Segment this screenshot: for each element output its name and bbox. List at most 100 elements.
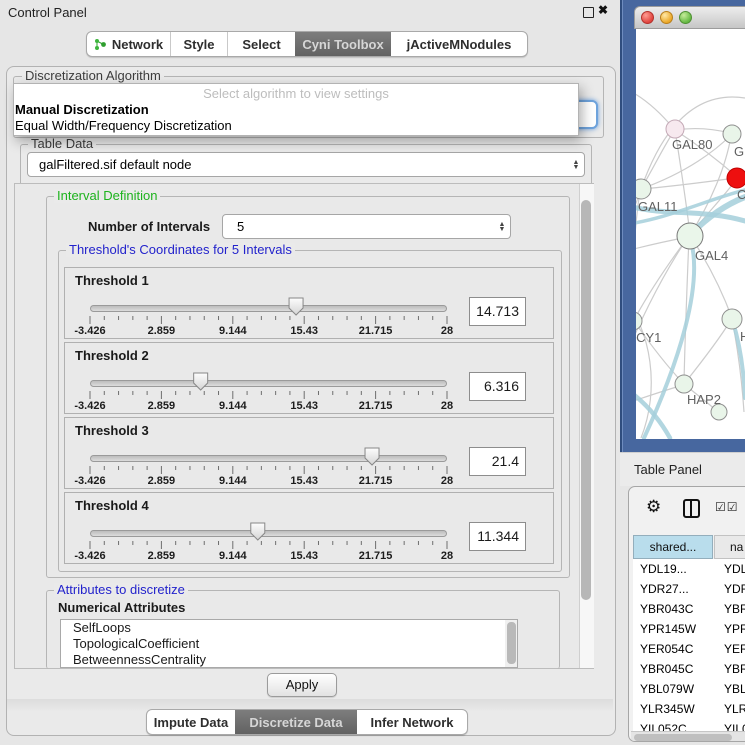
attributes-group-title: Attributes to discretize	[54, 583, 188, 597]
tick-label: 28	[441, 475, 453, 487]
algorithm-hint: Select algorithm to view settings	[14, 86, 578, 101]
cell-shared-name[interactable]: YBR043C	[633, 599, 716, 619]
network-node-label: GAL80	[672, 137, 712, 152]
cell-shared-name[interactable]: YBR045C	[633, 659, 716, 679]
table-row[interactable]: YPR145WYPR1	[633, 619, 745, 639]
attribute-list-item[interactable]: BetweennessCentrality	[61, 652, 517, 668]
network-node-label: G	[734, 144, 744, 159]
table-row[interactable]: YBL079WYBL0	[633, 679, 745, 699]
attributes-scrollbar-thumb[interactable]	[507, 622, 516, 664]
threshold-2-row: Threshold 2-3.4262.8599.14415.4321.71528…	[64, 342, 554, 414]
table-panel-title: Table Panel	[634, 462, 702, 477]
cell-shared-name[interactable]: YDL19...	[633, 559, 716, 579]
numerical-attributes-list: SelfLoopsTopologicalCoefficientBetweenne…	[60, 619, 518, 668]
close-traffic-light-icon[interactable]	[641, 11, 654, 24]
zoom-traffic-light-icon[interactable]	[679, 11, 692, 24]
tick-label: -3.426	[74, 550, 105, 562]
minimize-traffic-light-icon[interactable]	[660, 11, 673, 24]
network-node-node-red[interactable]	[727, 168, 745, 188]
table-data-select[interactable]: galFiltered.sif default node ▲▼	[27, 152, 585, 177]
cell-shared-name[interactable]: YDR27...	[633, 579, 716, 599]
column-header-shared[interactable]: shared...	[633, 535, 713, 559]
table-row[interactable]: YER054CYER0	[633, 639, 745, 659]
cell-shared-name[interactable]: YPR145W	[633, 619, 716, 639]
threshold-1-value-input[interactable]: 14.713	[469, 297, 526, 326]
tick-label: 28	[441, 400, 453, 412]
tab-infer-network[interactable]: Infer Network	[357, 710, 467, 734]
threshold-4-value-input[interactable]: 11.344	[469, 522, 526, 551]
float-window-icon[interactable]	[583, 7, 594, 18]
network-node-GAL4[interactable]	[677, 223, 703, 249]
apply-button[interactable]: Apply	[267, 673, 337, 697]
bottom-tab-bar: Impute Data Discretize Data Infer Network	[146, 709, 468, 735]
tab-network[interactable]: Network	[87, 32, 171, 56]
network-node-label: C	[737, 187, 745, 202]
network-window-titlebar[interactable]	[634, 6, 745, 29]
tab-cyni-toolbox[interactable]: Cyni Toolbox	[295, 32, 391, 56]
tick-label: -3.426	[74, 400, 105, 412]
tab-style[interactable]: Style	[171, 32, 228, 56]
network-node-node-green-top[interactable]	[723, 125, 741, 143]
column-header-name[interactable]: na	[714, 535, 745, 559]
cell-shared-name[interactable]: YBL079W	[633, 679, 716, 699]
threshold-4-row: Threshold 4-3.4262.8599.14415.4321.71528…	[64, 492, 554, 564]
top-tab-bar: NetworkStyleSelectCyni Toolbox jActiveMNo…	[86, 31, 528, 57]
table-panel-header: Table Panel	[620, 452, 745, 486]
table-hscrollbar-thumb[interactable]	[634, 734, 732, 741]
threshold-1-slider-thumb[interactable]	[289, 298, 303, 315]
cell-name[interactable]: YDL1	[716, 559, 745, 579]
cell-name[interactable]: YLR3	[716, 699, 745, 719]
tab-jactivemnodules[interactable]: jActiveMNodules	[391, 32, 527, 56]
table-row[interactable]: YLR345WYLR3	[633, 699, 745, 719]
tick-label: 2.859	[148, 550, 176, 562]
close-icon[interactable]: ✖	[598, 3, 608, 17]
table-hscrollbar-track[interactable]	[631, 731, 745, 742]
threshold-2-value-input[interactable]: 6.316	[469, 372, 526, 401]
attribute-list-item[interactable]: TopologicalCoefficient	[61, 636, 517, 652]
network-node-node-pink[interactable]	[666, 120, 684, 138]
tick-label: 21.715	[359, 325, 393, 337]
table-row[interactable]: YDL19...YDL1	[633, 559, 745, 579]
tick-label: 15.43	[290, 475, 318, 487]
network-node-label: HAP2	[687, 392, 721, 407]
threshold-3-slider-thumb[interactable]	[365, 448, 379, 465]
table-row[interactable]: YBR045CYBR0	[633, 659, 745, 679]
column-split-icon[interactable]	[683, 499, 700, 518]
tick-label: 15.43	[290, 550, 318, 562]
number-of-intervals-label: Number of Intervals	[88, 219, 210, 234]
cell-name[interactable]: YPR1	[716, 619, 745, 639]
tab-discretize-data[interactable]: Discretize Data	[235, 710, 357, 734]
settings-gear-icon[interactable]: ⚙	[646, 497, 661, 517]
cell-name[interactable]: YBL0	[716, 679, 745, 699]
network-node-HAP2[interactable]	[675, 375, 693, 393]
number-of-intervals-select[interactable]: 5 ▲▼	[222, 214, 511, 239]
settings-scrollbar-thumb[interactable]	[581, 200, 591, 600]
checkbox-icons[interactable]: ☑☑	[715, 500, 739, 514]
network-node-node-h[interactable]	[722, 309, 742, 329]
threshold-2-slider-thumb[interactable]	[194, 373, 208, 390]
tick-label: 21.715	[359, 400, 393, 412]
threshold-4-slider-thumb[interactable]	[251, 523, 265, 540]
threshold-3-value-input[interactable]: 21.4	[469, 447, 526, 476]
attribute-list-item[interactable]: SelfLoops	[61, 620, 517, 636]
cell-shared-name[interactable]: YER054C	[633, 639, 716, 659]
network-canvas[interactable]: GAL80GCGAL11GAL4GCY1HHAP2	[636, 29, 745, 439]
tab-select[interactable]: Select	[228, 32, 295, 56]
tab-label: jActiveMNodules	[407, 37, 512, 52]
cell-name[interactable]: YER0	[716, 639, 745, 659]
tick-label: 15.43	[290, 325, 318, 337]
cell-name[interactable]: YDR2	[716, 579, 745, 599]
table-row[interactable]: YBR043CYBR0	[633, 599, 745, 619]
tick-label: -3.426	[74, 475, 105, 487]
tick-label: 2.859	[148, 475, 176, 487]
menu-item-equal-width-discretization[interactable]: Equal Width/Frequency Discretization	[15, 118, 232, 133]
table-row[interactable]: YDR27...YDR2	[633, 579, 745, 599]
tab-impute-data[interactable]: Impute Data	[147, 710, 235, 734]
menu-item-manual-discretization[interactable]: Manual Discretization	[15, 102, 149, 117]
thresholds-group-title: Threshold's Coordinates for 5 Intervals	[66, 243, 295, 257]
cell-shared-name[interactable]: YLR345W	[633, 699, 716, 719]
tab-label: Discretize Data	[249, 715, 342, 730]
cell-name[interactable]: YBR0	[716, 599, 745, 619]
network-node-GAL11[interactable]	[636, 179, 651, 199]
cell-name[interactable]: YBR0	[716, 659, 745, 679]
